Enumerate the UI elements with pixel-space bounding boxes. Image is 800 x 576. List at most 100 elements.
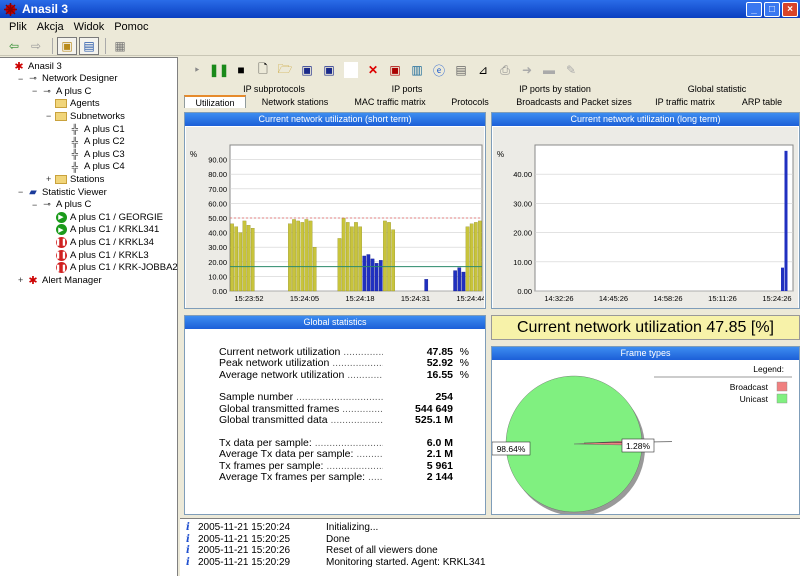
utilization-bar: [341, 217, 346, 292]
tree-item-label: Subnetworks: [70, 110, 125, 122]
stat-value: 2 144: [383, 471, 453, 484]
tree-item[interactable]: ❚❚ A plus C1 / KRK-JOBBA2: [46, 262, 178, 274]
tree-item[interactable]: ✱ Anasil 3: [4, 60, 61, 73]
utilization-bar: [230, 223, 234, 292]
tree-item[interactable]: − ▰ Statistic Viewer: [18, 186, 107, 198]
x-tick-label: 15:11:26: [708, 294, 737, 303]
play-icon[interactable]: ‣: [186, 63, 208, 77]
tree-item[interactable]: − ⊸ A plus C: [32, 85, 91, 97]
tab-ip-traffic-matrix[interactable]: IP traffic matrix: [652, 96, 718, 109]
tree-item[interactable]: − Subnetworks: [46, 110, 125, 122]
expand-toggle-icon[interactable]: +: [46, 174, 55, 184]
toolbar-separator: [105, 37, 106, 54]
browser-icon[interactable]: ⓔ: [428, 62, 450, 79]
menu-pomoc[interactable]: Pomoc: [109, 21, 153, 33]
menu-akcja[interactable]: Akcja: [32, 21, 69, 33]
import-icon[interactable]: ▬: [538, 63, 560, 77]
tree-item[interactable]: Agents: [46, 98, 100, 110]
stop-icon[interactable]: ■: [230, 63, 252, 77]
open-folder-icon[interactable]: 🗁: [274, 60, 296, 81]
tree-item[interactable]: ╬ A plus C2: [60, 136, 125, 148]
tree-item-label: A plus C1 / KRKL3: [70, 249, 149, 261]
stat-row: Tx frames per sample:5 961: [219, 459, 469, 472]
long-term-panel: Current network utilization (long term) …: [491, 112, 800, 316]
menu-widok[interactable]: Widok: [69, 21, 110, 33]
maximize-button[interactable]: □: [764, 1, 780, 17]
stat-row: Average Tx frames per sample:2 144: [219, 471, 469, 484]
expand-toggle-icon[interactable]: −: [46, 111, 55, 121]
tab-protocols[interactable]: Protocols: [444, 96, 496, 109]
y-tick-label: 70.00: [208, 185, 227, 194]
tree-item[interactable]: + ✱ Alert Manager: [18, 274, 102, 287]
save-as-icon[interactable]: ▣: [318, 63, 340, 77]
tree-item-label: A plus C1 / KRKL341: [70, 224, 160, 236]
tab-global-statistic[interactable]: Global statistic: [642, 83, 792, 96]
show-tree-icon[interactable]: ▤: [79, 36, 99, 55]
expand-toggle-icon[interactable]: −: [32, 200, 41, 210]
tree-item[interactable]: + Stations: [46, 173, 104, 185]
new-file-icon[interactable]: 🗋: [252, 60, 274, 81]
save-icon[interactable]: ▣: [296, 63, 318, 77]
properties-icon[interactable]: ▦: [110, 37, 130, 55]
tree-item[interactable]: − ⊸ Network Designer: [18, 73, 118, 85]
expand-toggle-icon[interactable]: +: [18, 275, 27, 285]
expand-toggle-icon[interactable]: −: [18, 187, 27, 197]
legend-swatch: [776, 393, 788, 404]
tab-utilization[interactable]: Utilization: [184, 95, 246, 108]
save-red-icon[interactable]: ▣: [384, 63, 406, 77]
folder-up-icon[interactable]: ▣: [57, 36, 77, 55]
tree-item[interactable]: ▶ A plus C1 / GEORGIE: [46, 211, 163, 223]
x-tick-label: 15:24:44: [456, 294, 484, 303]
report-icon[interactable]: ▥: [406, 63, 428, 77]
short-term-chart-area: 0.00 10.00 20.00 30.00 40.00 50.00 60.00 70.00 8…: [186, 127, 486, 316]
tree-item[interactable]: ❚❚ A plus C1 / KRKL34: [46, 236, 154, 248]
log-message: Initializing...: [326, 522, 379, 534]
running-icon: ▶: [55, 211, 67, 223]
stat-label: Global transmitted frames: [219, 403, 383, 415]
log-time: 2005-11-21 15:20:29: [198, 556, 291, 568]
y-tick-label: 90.00: [208, 156, 227, 165]
short-term-footer: Value: 48.98 Avg: 16.67 [1 bar = 1 sec.]: [262, 307, 408, 308]
tab-mac-traffic-matrix[interactable]: MAC traffic matrix: [344, 96, 436, 109]
filter-icon[interactable]: ⊿: [472, 63, 494, 77]
y-axis-unit: %: [497, 150, 504, 159]
y-tick-label: 0.00: [517, 287, 532, 296]
plot-area: [534, 144, 794, 292]
forward-icon[interactable]: ⇨: [26, 37, 46, 55]
utilization-bar: [478, 220, 482, 292]
tab-network-stations[interactable]: Network stations: [254, 96, 336, 109]
expand-toggle-icon[interactable]: −: [32, 86, 41, 96]
log-entry: i 2005-11-21 15:20:24 Initializing...: [180, 522, 800, 534]
tree-item[interactable]: ╬ A plus C4: [60, 161, 125, 173]
utilization-bar: [242, 220, 247, 292]
network-icon: ⊸: [29, 73, 37, 84]
pause-icon[interactable]: ❚❚: [208, 63, 230, 77]
x-tick-label: 15:24:26: [762, 294, 791, 303]
export-icon[interactable]: ➜: [516, 63, 538, 77]
subnet-icon: ╬: [71, 149, 79, 160]
tree-item[interactable]: − ⊸ A plus C: [32, 199, 91, 211]
stat-label: Current network utilization: [219, 346, 383, 358]
settings-icon[interactable]: ✎: [560, 63, 582, 77]
menu-plik[interactable]: Plik: [4, 21, 32, 33]
stat-value: 525.1 M: [383, 414, 453, 427]
tab-ip-ports-by-station[interactable]: IP ports by station: [480, 83, 630, 96]
tab-arp-table[interactable]: ARP table: [726, 96, 798, 109]
delete-icon[interactable]: ✕: [362, 63, 384, 77]
close-button[interactable]: ×: [782, 1, 798, 17]
tab-ip-ports[interactable]: IP ports: [342, 83, 472, 96]
tree-item[interactable]: ❚❚ A plus C1 / KRKL3: [46, 249, 149, 261]
print-icon[interactable]: ⎙: [494, 63, 516, 78]
tab-broadcasts-packet-sizes[interactable]: Broadcasts and Packet sizes: [504, 96, 644, 109]
tab-row-2: Utilization Network stations MAC traffic…: [180, 95, 800, 109]
tree-item[interactable]: ╬ A plus C1: [60, 123, 125, 135]
document-icon[interactable]: ▤: [450, 63, 472, 77]
back-icon[interactable]: ⇦: [4, 37, 24, 55]
stat-label: Tx frames per sample:: [219, 460, 383, 472]
utilization-bar: [370, 258, 375, 292]
legend-label: Broadcast: [730, 382, 769, 392]
tree-item[interactable]: ╬ A plus C3: [60, 148, 125, 160]
expand-toggle-icon[interactable]: −: [18, 74, 27, 84]
tree-item[interactable]: ▶ A plus C1 / KRKL341: [46, 224, 159, 236]
minimize-button[interactable]: _: [746, 1, 762, 17]
